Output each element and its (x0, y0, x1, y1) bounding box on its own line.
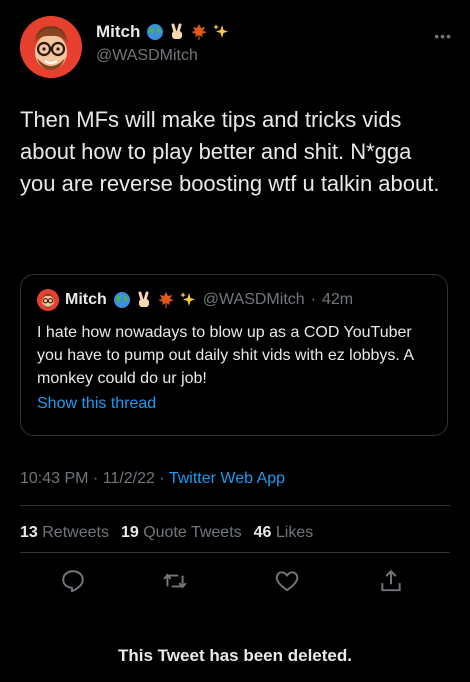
reply-icon[interactable] (60, 568, 86, 594)
likes-stat[interactable]: 46 Likes (254, 524, 314, 542)
globe-icon (113, 292, 130, 308)
tweet-stats: 13 Retweets 19 Quote Tweets 46 Likes (20, 524, 313, 542)
quoted-separator: · (310, 291, 316, 308)
retweets-stat[interactable]: 13 Retweets (20, 524, 109, 542)
quoted-author-name: Mitch (65, 291, 107, 308)
quoted-author-handle: @WASDMitch (202, 291, 305, 308)
author-handle[interactable]: @WASDMitch (96, 46, 230, 65)
tweet-time[interactable]: 10:43 PM (20, 470, 88, 487)
retweets-count: 13 (20, 524, 38, 541)
tweet-meta: 10:43 PM · 11/2/22 · Twitter Web App (20, 470, 285, 488)
show-thread-link[interactable]: Show this thread (37, 395, 431, 413)
retweet-icon[interactable] (162, 568, 188, 594)
quoted-timestamp: 42m (321, 291, 354, 308)
tweet-text: Then MFs will make tips and tricks vids … (20, 107, 440, 196)
sparkles-icon (179, 292, 195, 306)
victory-hand-icon (138, 291, 149, 307)
quoted-tweet-text: I hate how nowadays to blow up as a COD … (37, 324, 414, 388)
maple-leaf-icon (191, 24, 208, 41)
victory-hand-icon (171, 23, 183, 40)
tweet-actions (20, 568, 450, 598)
author-name-row: Mitch (96, 22, 230, 42)
author-avatar[interactable] (20, 16, 82, 78)
quoted-author-avatar (37, 289, 59, 311)
tweet-source-link[interactable]: Twitter Web App (169, 470, 285, 487)
quoted-author-badges (113, 291, 197, 309)
meta-separator: · (159, 470, 165, 487)
tweet-date[interactable]: 11/2/22 (103, 470, 155, 487)
divider (20, 505, 450, 506)
more-options-icon[interactable]: ••• (434, 28, 452, 44)
divider (20, 552, 450, 553)
author-info: Mitch @WASDMitch (96, 22, 230, 66)
like-icon[interactable] (274, 568, 300, 594)
sparkles-icon (213, 24, 229, 39)
quote-tweets-count: 19 (120, 524, 139, 541)
author-display-name[interactable]: Mitch (96, 22, 140, 42)
maple-leaf-icon (157, 292, 174, 308)
meta-separator: · (92, 470, 99, 487)
quote-tweets-stat[interactable]: 19 Quote Tweets (121, 524, 242, 542)
quoted-tweet[interactable]: Mitch @WASDMitch · 42m I hate how nowada… (20, 274, 448, 436)
likes-count: 46 (253, 524, 272, 541)
likes-label: Likes (275, 524, 314, 541)
retweets-label: Retweets (42, 524, 109, 541)
quoted-tweet-header: Mitch @WASDMitch · 42m (37, 289, 431, 311)
author-badges (146, 23, 230, 41)
deleted-notice: This Tweet has been deleted. (118, 646, 352, 665)
quote-tweets-label: Quote Tweets (143, 524, 242, 541)
share-icon[interactable] (378, 568, 404, 594)
globe-icon (147, 24, 164, 41)
tweet-detail: Mitch @WASDMitch ••• Then MFs will make … (0, 0, 470, 682)
